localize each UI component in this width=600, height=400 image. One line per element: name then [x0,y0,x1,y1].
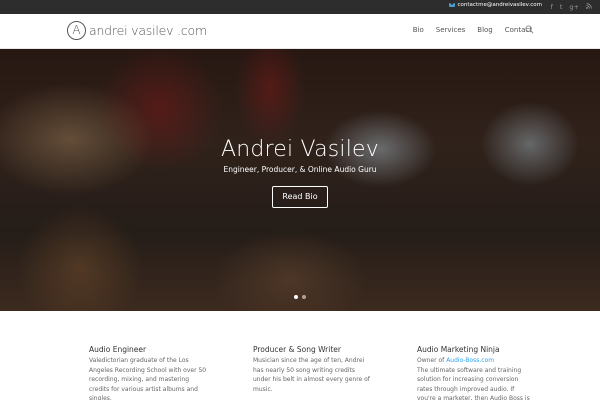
contact-email-text[interactable]: contactme@andreivasilev.com [458,2,542,8]
slider-dot-2[interactable] [302,295,306,299]
logo-mark: A [67,21,86,40]
feature-marketing: Audio Marketing Ninja Owner of Audio-Bos… [417,345,533,400]
main-nav: Bio Services Blog Contact [413,26,532,34]
read-bio-button[interactable]: Read Bio [272,186,328,208]
owner-prefix: Owner of [417,357,445,364]
feature-audio-engineer: Audio Engineer Valedictorian graduate of… [89,345,209,400]
slider-dots [294,295,306,299]
hero-background-image [0,49,600,311]
rss-icon[interactable] [586,1,592,13]
nav-item-blog[interactable]: Blog [477,26,492,34]
feature-producer: Producer & Song Writer Musician since th… [253,345,373,394]
social-links: f t g+ [551,1,592,13]
features-section: Audio Engineer Valedictorian graduate of… [0,311,600,400]
feature-text: Musician since the age of ten, Andrei ha… [253,357,370,393]
site-header: A andrei vasilev .com Bio Services Blog … [0,14,600,49]
slider-dot-1[interactable] [294,295,298,299]
feature-owner: Owner of Audio-Boss.com [417,356,533,366]
hero-title: Andrei Vasilev [220,137,380,162]
mail-icon [448,3,455,7]
hero-slider: Andrei Vasilev Engineer, Producer, & Onl… [0,49,600,311]
site-logo[interactable]: A andrei vasilev .com [67,21,207,40]
feature-title: Audio Engineer [89,345,147,354]
hero-subtitle: Engineer, Producer, & Online Audio Guru [223,165,377,174]
audio-boss-link[interactable]: Audio-Boss.com [446,357,494,364]
nav-item-services[interactable]: Services [436,26,466,34]
twitter-icon[interactable]: t [560,1,563,13]
feature-title: Audio Marketing Ninja [417,345,500,354]
facebook-icon[interactable]: f [551,1,553,13]
feature-text: Valedictorian graduate of the Los Angele… [89,357,207,400]
google-plus-icon[interactable]: g+ [569,1,579,13]
contact-email[interactable]: contactme@andreivasilev.com [448,2,542,8]
search-icon[interactable] [525,25,534,34]
feature-text: The ultimate software and training solut… [417,366,530,400]
logo-text: andrei vasilev .com [89,23,207,38]
top-bar: contactme@andreivasilev.com f t g+ [0,0,600,14]
nav-item-bio[interactable]: Bio [413,26,424,34]
feature-title: Producer & Song Writer [253,345,341,354]
